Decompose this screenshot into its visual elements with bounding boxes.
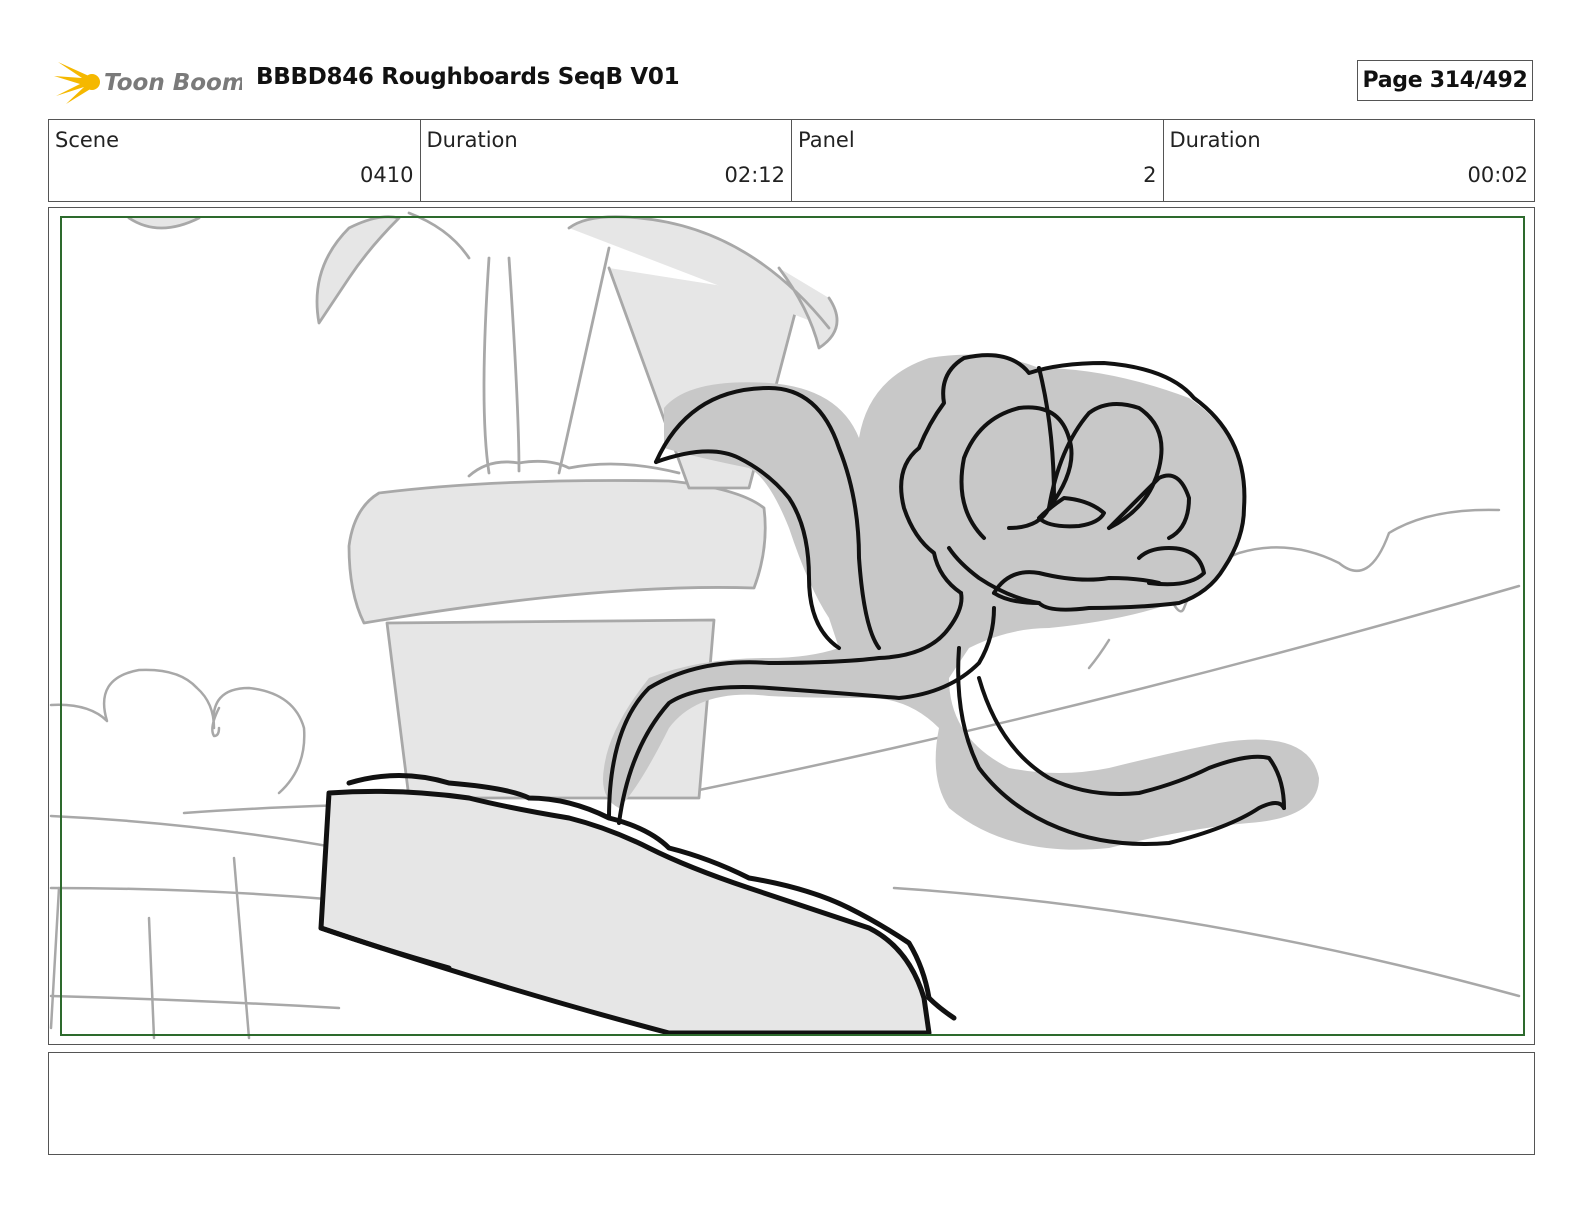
panel-duration-value: 00:02: [1467, 163, 1528, 187]
panel-notes: [48, 1052, 1535, 1155]
toon-boom-logo: Toon Boom: [54, 62, 242, 104]
storyboard-panel: [48, 207, 1535, 1045]
page-number: Page 314/492: [1357, 60, 1533, 101]
scene-value: 0410: [360, 163, 414, 187]
scene-cell: Scene 0410: [49, 120, 421, 201]
panel-duration-label: Duration: [1169, 128, 1261, 152]
scene-duration-label: Duration: [426, 128, 518, 152]
safe-frame: [60, 216, 1525, 1036]
scene-info-table: Scene 0410 Duration 02:12 Panel 2 Durati…: [48, 119, 1535, 202]
logo-burst-icon: [54, 62, 100, 104]
document-title: BBBD846 Roughboards SeqB V01: [256, 64, 680, 90]
panel-value: 2: [1143, 163, 1157, 187]
panel-label: Panel: [798, 128, 855, 152]
logo-text: Toon Boom: [104, 70, 242, 96]
panel-duration-cell: Duration 00:02: [1164, 120, 1535, 201]
scene-duration-value: 02:12: [724, 163, 785, 187]
scene-duration-cell: Duration 02:12: [421, 120, 792, 201]
panel-cell: Panel 2: [792, 120, 1164, 201]
scene-label: Scene: [55, 128, 120, 152]
